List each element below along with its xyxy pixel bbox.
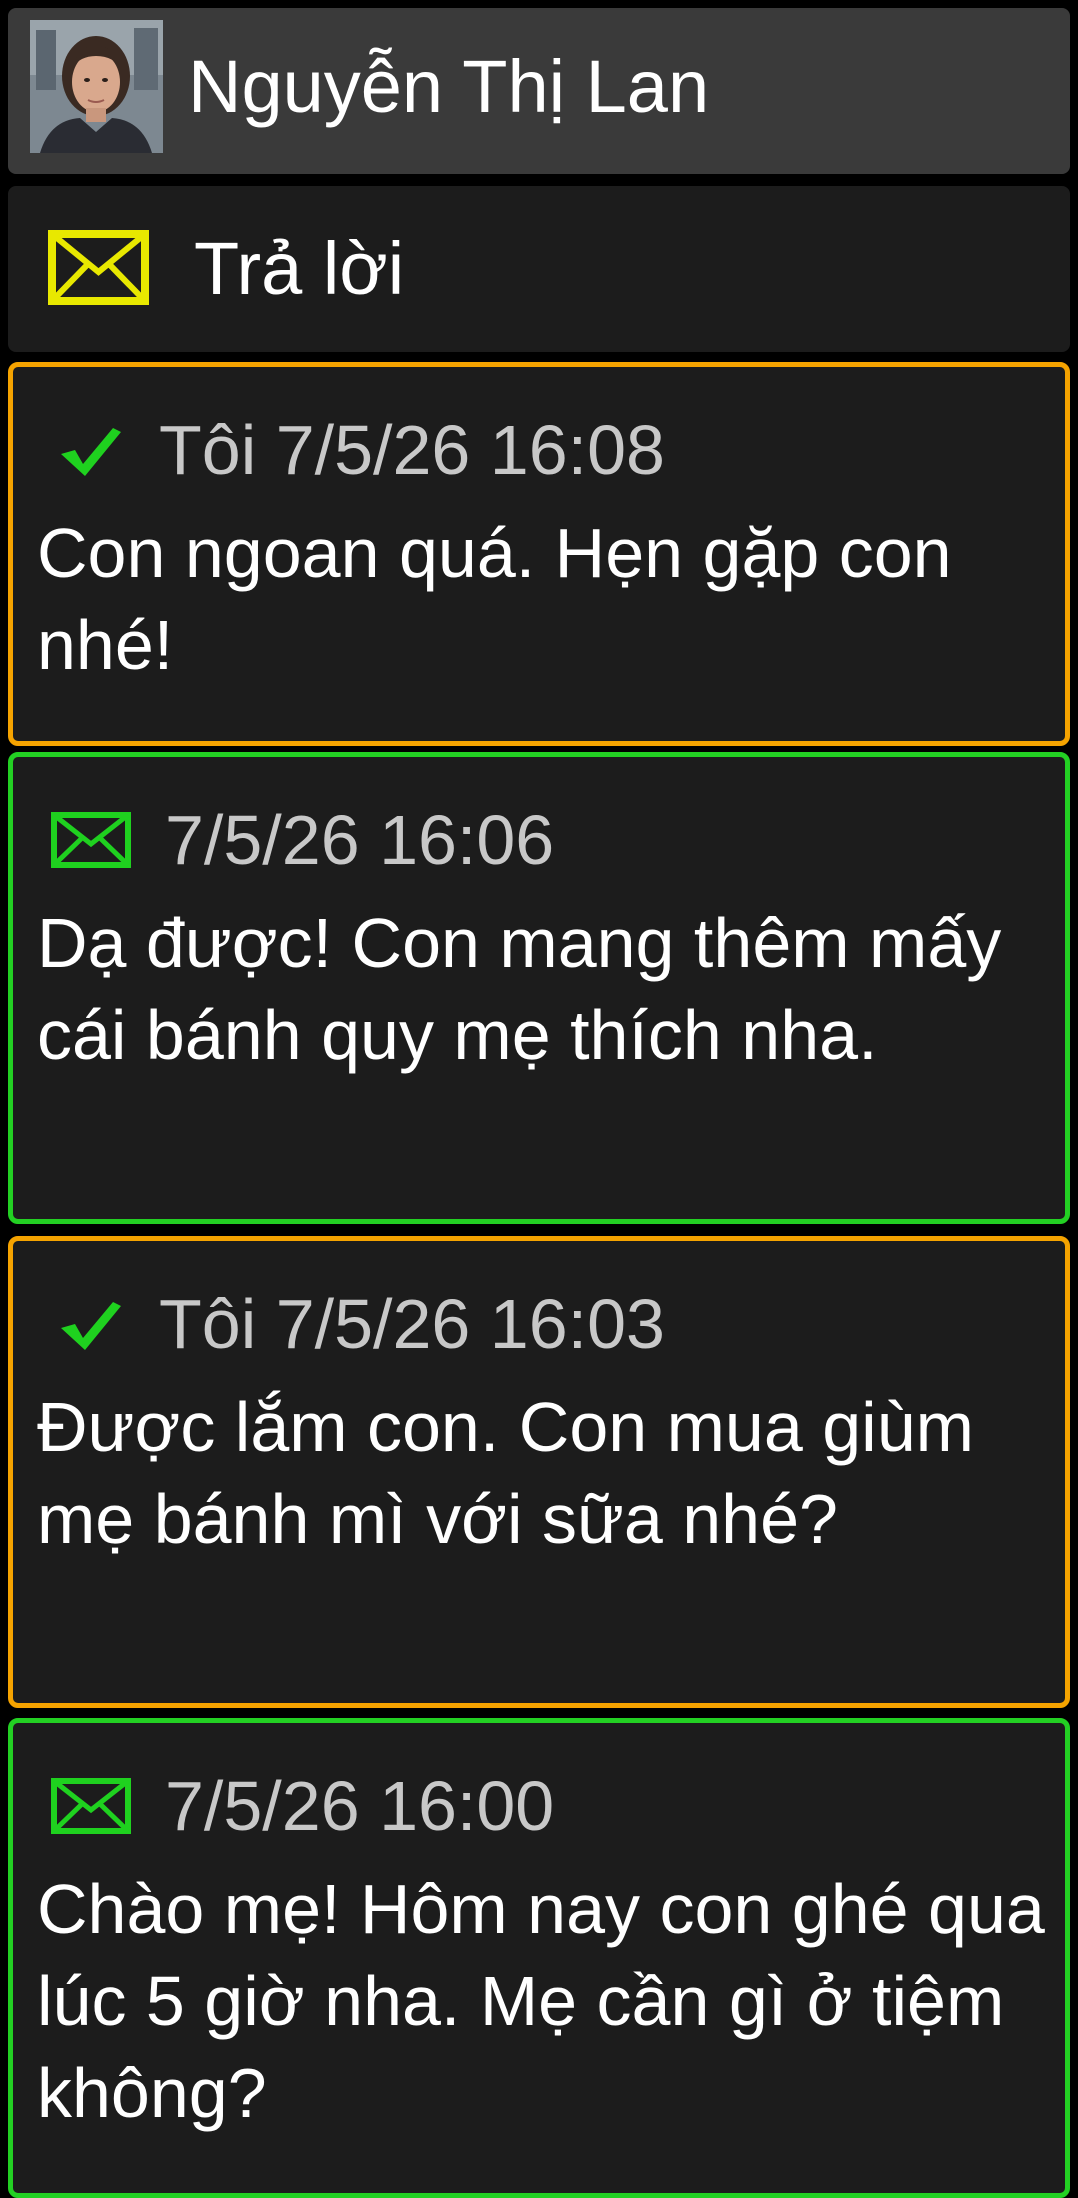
message-meta: 7/5/26 16:00 [39,1763,554,1849]
reply-label: Trả lời [194,227,405,310]
contact-header: Nguyễn Thị Lan [8,8,1070,174]
message-meta: Tôi 7/5/26 16:08 [39,407,665,493]
message-item[interactable]: 7/5/26 16:00 Chào mẹ! Hôm nay con ghé qu… [8,1718,1070,2198]
message-text: Chào mẹ! Hôm nay con ghé qua lúc 5 giờ n… [37,1870,1045,2132]
message-timestamp: Tôi 7/5/26 16:08 [159,411,665,489]
message-item[interactable]: 7/5/26 16:06 Dạ được! Con mang thêm mấy … [8,752,1070,1224]
check-icon [61,428,121,476]
contact-name: Nguyễn Thị Lan [188,45,710,128]
contact-avatar[interactable] [30,20,163,153]
envelope-icon [48,230,149,305]
envelope-icon [51,1778,131,1834]
message-timestamp: Tôi 7/5/26 16:03 [159,1285,665,1363]
message-meta: Tôi 7/5/26 16:03 [39,1281,665,1367]
message-text: Được lắm con. Con mua giùm mẹ bánh mì vớ… [37,1388,974,1558]
message-text: Con ngoan quá. Hẹn gặp con nhé! [37,514,952,684]
reply-button[interactable]: Trả lời [8,186,1070,352]
message-timestamp: 7/5/26 16:06 [165,801,555,879]
message-timestamp: 7/5/26 16:00 [165,1767,555,1845]
check-icon [61,1302,121,1350]
message-item[interactable]: Tôi 7/5/26 16:08 Con ngoan quá. Hẹn gặp … [8,362,1070,746]
contact-photo-icon [30,20,163,153]
message-meta: 7/5/26 16:06 [39,797,554,883]
envelope-icon [51,812,131,868]
message-item[interactable]: Tôi 7/5/26 16:03 Được lắm con. Con mua g… [8,1236,1070,1708]
message-text: Dạ được! Con mang thêm mấy cái bánh quy … [37,904,1002,1074]
